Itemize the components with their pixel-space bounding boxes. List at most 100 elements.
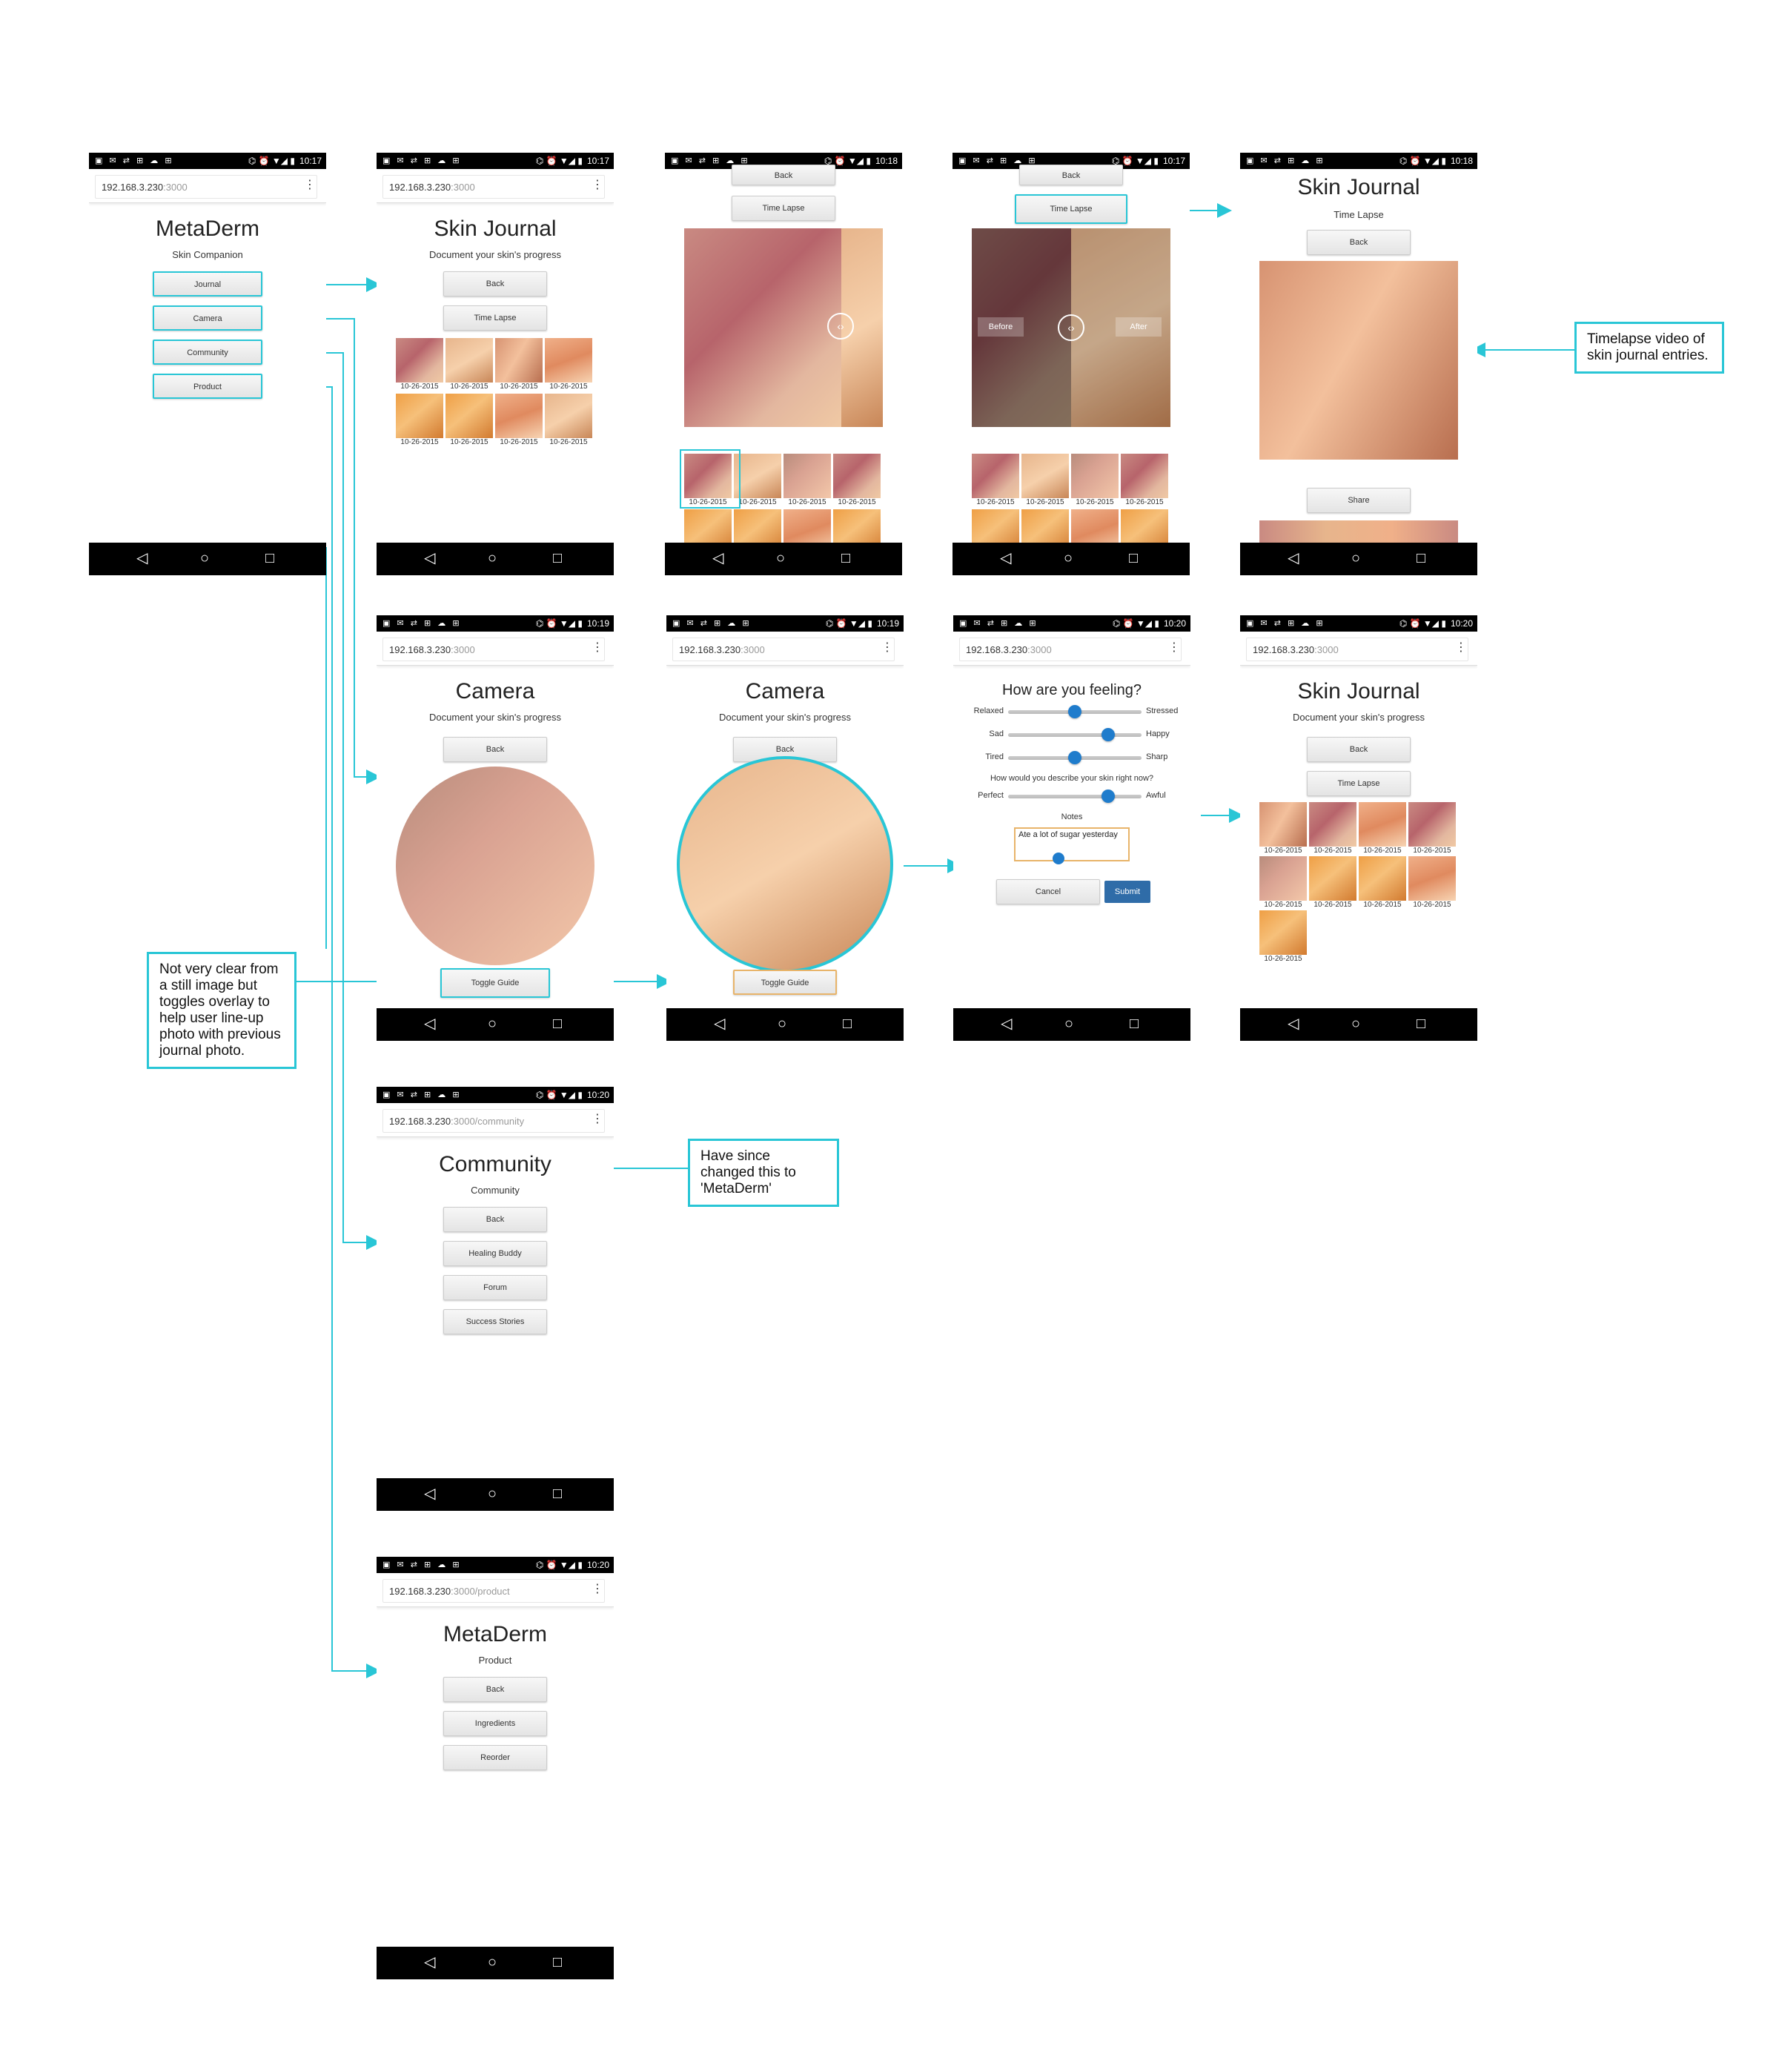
recents-nav-icon[interactable]: □ [553, 1016, 562, 1032]
url-input[interactable]: 192.168.3.230:3000 [382, 638, 605, 661]
camera-viewfinder[interactable] [396, 767, 594, 965]
success-stories-button[interactable]: Success Stories [443, 1309, 547, 1334]
home-nav-icon[interactable]: ○ [1351, 550, 1360, 566]
browser-menu-icon[interactable]: ⋮ [881, 642, 893, 654]
browser-menu-icon[interactable]: ⋮ [592, 1583, 603, 1595]
back-nav-icon[interactable]: ◁ [714, 1016, 725, 1032]
journal-entry[interactable]: 10-26-2015 [833, 454, 881, 506]
home-nav-icon[interactable]: ○ [200, 550, 209, 566]
url-input[interactable]: 192.168.3.230:3000 [1246, 638, 1468, 661]
journal-entry[interactable]: 10-26-2015 [1309, 856, 1356, 909]
journal-button[interactable]: Journal [153, 271, 262, 297]
timelapse-video[interactable] [1259, 261, 1458, 460]
community-button[interactable]: Community [153, 340, 262, 365]
product-button[interactable]: Product [153, 374, 262, 399]
recents-nav-icon[interactable]: □ [841, 550, 850, 566]
back-button[interactable]: Back [1307, 230, 1411, 255]
back-button[interactable]: Back [443, 271, 547, 297]
notes-textarea[interactable]: Ate a lot of sugar yesterday [1014, 827, 1130, 861]
recents-nav-icon[interactable]: □ [553, 550, 562, 566]
slider-track[interactable] [1008, 795, 1142, 798]
home-nav-icon[interactable]: ○ [1064, 1016, 1073, 1032]
journal-entry[interactable]: 10-26-2015 [445, 338, 493, 391]
home-nav-icon[interactable]: ○ [488, 1954, 497, 1970]
back-nav-icon[interactable]: ◁ [136, 550, 148, 566]
journal-entry[interactable]: 10-26-2015 [1408, 802, 1456, 855]
recents-nav-icon[interactable]: □ [843, 1016, 852, 1032]
journal-entry[interactable]: 10-26-2015 [545, 338, 592, 391]
back-nav-icon[interactable]: ◁ [1288, 1016, 1299, 1032]
forum-button[interactable]: Forum [443, 1275, 547, 1300]
home-nav-icon[interactable]: ○ [1351, 1016, 1360, 1032]
back-nav-icon[interactable]: ◁ [1288, 550, 1299, 566]
text-cursor-handle[interactable] [1053, 853, 1064, 864]
url-input[interactable]: 192.168.3.230:3000 [959, 638, 1182, 661]
home-nav-icon[interactable]: ○ [488, 1486, 497, 1502]
time-lapse-button[interactable]: Time Lapse [1307, 771, 1411, 796]
back-nav-icon[interactable]: ◁ [424, 1016, 435, 1032]
camera-button[interactable]: Camera [153, 305, 262, 331]
browser-menu-icon[interactable]: ⋮ [1455, 642, 1467, 654]
recents-nav-icon[interactable]: □ [553, 1954, 562, 1970]
url-input[interactable]: 192.168.3.230:3000/product [382, 1579, 605, 1603]
journal-entry[interactable]: 10-26-2015 [1359, 802, 1406, 855]
submit-button[interactable]: Submit [1104, 881, 1150, 903]
journal-entry[interactable]: 10-26-2015 [1309, 802, 1356, 855]
journal-entry[interactable]: 10-26-2015 [445, 394, 493, 446]
toggle-guide-button[interactable]: Toggle Guide [440, 968, 550, 998]
home-nav-icon[interactable]: ○ [488, 550, 497, 566]
journal-entry[interactable]: 10-26-2015 [495, 394, 543, 446]
journal-entry[interactable]: 10-26-2015 [784, 454, 831, 506]
recents-nav-icon[interactable]: □ [1417, 1016, 1425, 1032]
recents-nav-icon[interactable]: □ [553, 1486, 562, 1502]
toggle-guide-button[interactable]: Toggle Guide [733, 970, 837, 995]
slider-knob[interactable] [1068, 705, 1081, 718]
compare-slider-handle[interactable]: ‹› [827, 313, 854, 340]
ingredients-button[interactable]: Ingredients [443, 1711, 547, 1736]
back-button[interactable]: Back [443, 737, 547, 762]
journal-entry[interactable]: 10-26-2015 [1259, 802, 1307, 855]
cancel-button[interactable]: Cancel [996, 879, 1100, 904]
compare-slider-handle[interactable]: ‹› [1058, 314, 1084, 341]
mood-slider[interactable]: Relaxed Stressed [961, 704, 1183, 719]
time-lapse-button[interactable]: Time Lapse [443, 305, 547, 331]
mood-slider[interactable]: Tired Sharp [961, 750, 1183, 765]
home-nav-icon[interactable]: ○ [776, 550, 785, 566]
journal-entry[interactable]: 10-26-2015 [545, 394, 592, 446]
journal-entry[interactable]: 10-26-2015 [1259, 910, 1307, 963]
back-button[interactable]: Back [443, 1677, 547, 1702]
home-nav-icon[interactable]: ○ [778, 1016, 786, 1032]
slider-knob[interactable] [1101, 728, 1115, 741]
back-nav-icon[interactable]: ◁ [712, 550, 723, 566]
recents-nav-icon[interactable]: □ [1130, 1016, 1139, 1032]
back-nav-icon[interactable]: ◁ [1001, 1016, 1012, 1032]
back-button[interactable]: Back [1307, 737, 1411, 762]
slider-knob[interactable] [1101, 790, 1115, 803]
journal-entry[interactable]: 10-26-2015 [396, 338, 443, 391]
recents-nav-icon[interactable]: □ [1417, 550, 1425, 566]
healing-buddy-button[interactable]: Healing Buddy [443, 1241, 547, 1266]
back-nav-icon[interactable]: ◁ [1000, 550, 1011, 566]
home-nav-icon[interactable]: ○ [488, 1016, 497, 1032]
browser-menu-icon[interactable]: ⋮ [592, 642, 603, 654]
slider-track[interactable] [1008, 733, 1142, 737]
journal-entry[interactable]: 10-26-2015 [1408, 856, 1456, 909]
journal-entry[interactable]: 10-26-2015 [1359, 856, 1406, 909]
url-input[interactable]: 192.168.3.230:3000 [95, 175, 317, 199]
camera-viewfinder[interactable] [677, 756, 893, 973]
back-button[interactable]: Back [1019, 165, 1123, 185]
journal-entry[interactable]: 10-26-2015 [1121, 454, 1168, 506]
back-nav-icon[interactable]: ◁ [424, 1486, 435, 1502]
browser-menu-icon[interactable]: ⋮ [304, 179, 316, 191]
recents-nav-icon[interactable]: □ [265, 550, 274, 566]
journal-entry[interactable]: 10-26-2015 [1071, 454, 1119, 506]
back-nav-icon[interactable]: ◁ [424, 1954, 435, 1970]
journal-entry[interactable]: 10-26-2015 [734, 454, 781, 506]
back-nav-icon[interactable]: ◁ [424, 550, 435, 566]
browser-menu-icon[interactable]: ⋮ [592, 1113, 603, 1125]
mood-slider[interactable]: Sad Happy [961, 727, 1183, 742]
back-button[interactable]: Back [443, 1207, 547, 1232]
reorder-button[interactable]: Reorder [443, 1745, 547, 1770]
back-button[interactable]: Back [732, 165, 835, 185]
journal-entry[interactable]: 10-26-2015 [1021, 454, 1069, 506]
